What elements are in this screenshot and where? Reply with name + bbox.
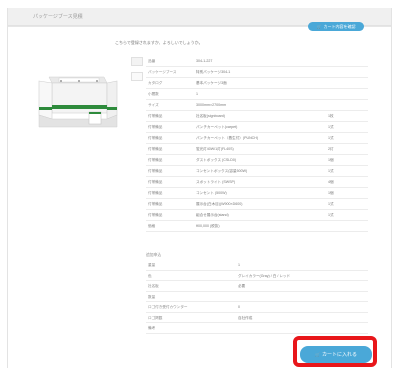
add-to-cart-button[interactable]: 🛒 カートに入れる [300,346,372,363]
confirm-question: こちらで登録されますか、よろしいでしょうか。 [115,40,203,45]
table-row: 付帯備品 パンチカーペット(carpet) 1式 [146,122,368,133]
table-row: サイズ 3000mm×2700mm [146,100,368,111]
table-row: 付帯備品 ダストボックス (CSLD0) 1個 [146,155,368,166]
table-row: 備考 [146,323,368,334]
product-photo [29,57,124,145]
table-row: 重量 1 [146,260,368,271]
cart-icon: 🛒 [315,352,320,357]
table-row: ロゴ付き受付カウンター 0 [146,302,368,313]
table-row: 付帯備品 コンセントボックス(容量500W) 1式 [146,166,368,177]
page-title: パッケージブース見積 [33,14,83,20]
table-row: パッケージブース 特別パッケージ304-1 [146,67,368,78]
options-heading: 追加申込 [146,253,162,257]
table-row: 付帯備品 蛍光灯40W/1灯(FL40S) 2灯 [146,144,368,155]
table-row: 付帯備品 社名板(signboard) 1枚 [146,111,368,122]
add-to-cart-label: カートに入れる [321,352,357,358]
table-row: ロゴ掲載 自社作成 [146,313,368,323]
table-row: 色グレイカラー(Gray) / 白 / レッド [146,271,368,281]
view-cart-button[interactable]: 🛒 カート内容を確認 [308,22,364,31]
thumbnail-2[interactable] [131,72,143,81]
table-row: 数量 [146,292,368,302]
table-row: 付帯備品 組合せ展示台(stand) 1式 [146,210,368,221]
table-row: 付帯備品 コンセント (500W) 1個 [146,188,368,199]
table-row: 付帯備品 パンチカーペット（養生付）(PUNCH) 1式 [146,133,368,144]
view-cart-label: カート内容を確認 [323,23,356,29]
options-table: 重量 1 色グレイカラー(Gray) / 白 / レッド 社名板 必要 数量 ロゴ付… [146,260,368,334]
table-row: カタログ 基本パッケージ3面 [146,78,368,89]
cart-icon: 🛒 [316,24,322,29]
spec-table: 品番 304-1-227 パッケージブース 特別パッケージ304-1 カタログ 基本パ… [146,56,368,232]
thumbnail-strip [131,57,143,87]
table-row: 付帯備品 展示台(白木目)(W900×D600) 1式 [146,199,368,210]
table-row: 小間数 1 [146,89,368,100]
table-row: 品番 304-1-227 [146,56,368,67]
thumbnail-1[interactable] [131,57,143,66]
table-row: 価格 ¥00,000 (税抜) [146,221,368,232]
table-row: 付帯備品 スポットライト (SWSP) 4個 [146,177,368,188]
table-row: 社名板 必要 [146,281,368,292]
